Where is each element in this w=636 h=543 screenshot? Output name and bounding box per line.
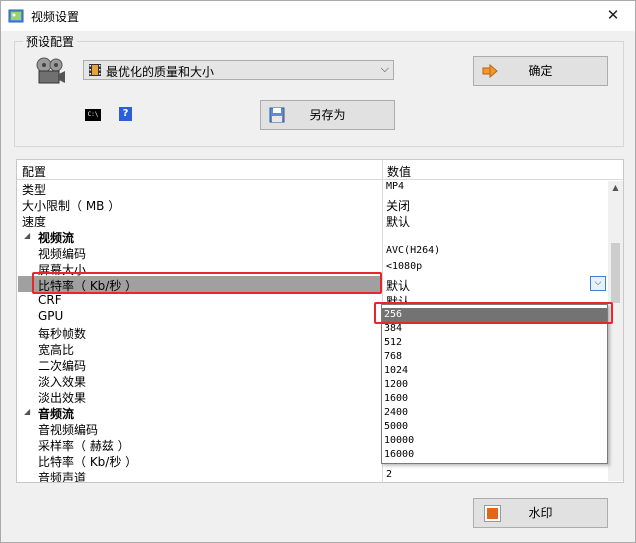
dropdown-option[interactable]: 1600: [382, 392, 607, 406]
highlight-box-256-option: [374, 302, 613, 324]
row-value: <1080p: [386, 261, 423, 272]
watermark-label: 水印: [528, 506, 553, 520]
header-value: 数值: [387, 165, 412, 179]
dropdown-option[interactable]: 1024: [382, 364, 607, 378]
save-as-button[interactable]: 另存为: [260, 100, 395, 130]
dropdown-option[interactable]: 5000: [382, 420, 607, 434]
save-as-label: 另存为: [309, 108, 346, 122]
dropdown-option[interactable]: 2400: [382, 406, 607, 420]
video-settings-window: 视频设置 ✕ 预设配置 最优化的质量和大小 ⌵ 确定 C:\ ? 另存为 配置 …: [0, 0, 636, 543]
watermark-icon: [484, 505, 501, 522]
row-value: MP4: [386, 181, 405, 192]
help-icon[interactable]: ?: [119, 107, 132, 121]
window-title: 视频设置: [31, 10, 80, 24]
table-row[interactable]: 类型 MP4: [17, 180, 607, 197]
title-bar: 视频设置 ✕: [1, 1, 635, 31]
row-value: 2: [386, 469, 393, 480]
grid-header: 配置 数值: [17, 160, 623, 180]
header-name: 配置: [22, 165, 47, 179]
ok-button[interactable]: 确定: [473, 56, 608, 86]
table-row[interactable]: 音频声道 2: [17, 468, 607, 483]
preset-group-title: 预设配置: [23, 33, 78, 50]
scroll-thumb[interactable]: [611, 243, 620, 303]
highlight-box-bitrate-row: [32, 272, 382, 294]
preset-combo[interactable]: 最优化的质量和大小 ⌵: [83, 60, 394, 80]
film-camera-icon: [36, 57, 65, 84]
bitrate-dropdown-list[interactable]: 256 384 512 768 1024 1200 1600 2400 5000…: [381, 304, 608, 464]
table-row[interactable]: 大小限制（ MB ） 关闭: [17, 196, 607, 213]
chevron-down-icon: ⌵: [380, 62, 389, 75]
close-icon: ✕: [606, 6, 620, 24]
dropdown-option[interactable]: 512: [382, 336, 607, 350]
dropdown-option[interactable]: 1200: [382, 378, 607, 392]
film-icon: [89, 64, 101, 76]
grid-scrollbar[interactable]: ▲: [608, 181, 623, 481]
watermark-button[interactable]: 水印: [473, 498, 608, 528]
table-row[interactable]: 速度 默认: [17, 212, 607, 229]
table-row[interactable]: 视频编码 AVC(H264): [17, 244, 607, 261]
dropdown-option[interactable]: 10000: [382, 434, 607, 448]
dropdown-option[interactable]: 16000: [382, 448, 607, 462]
row-name: CRF: [38, 293, 62, 307]
ok-button-label: 确定: [528, 64, 553, 78]
close-button[interactable]: ✕: [591, 1, 635, 31]
arrow-right-icon: [482, 63, 498, 79]
row-name: 音频声道: [38, 471, 87, 483]
dropdown-option[interactable]: 384: [382, 322, 607, 336]
dropdown-option[interactable]: 768: [382, 350, 607, 364]
preset-group: 预设配置 最优化的质量和大小 ⌵ 确定 C:\ ? 另存为: [14, 33, 624, 147]
row-value: AVC(H264): [386, 245, 441, 256]
preset-combo-value: 最优化的质量和大小: [106, 65, 215, 79]
chevron-down-icon: ⌵: [594, 278, 602, 288]
command-prompt-icon[interactable]: C:\: [85, 109, 101, 121]
row-name: GPU: [38, 309, 64, 323]
category-row[interactable]: ◢ 视频流: [17, 228, 607, 245]
floppy-disk-icon: [269, 107, 285, 123]
bitrate-dropdown-button[interactable]: ⌵: [590, 276, 606, 291]
collapse-triangle-icon[interactable]: ◢: [24, 407, 30, 416]
app-icon: [8, 9, 24, 23]
collapse-triangle-icon[interactable]: ◢: [24, 231, 30, 240]
scroll-up-arrow-icon[interactable]: ▲: [608, 183, 623, 192]
